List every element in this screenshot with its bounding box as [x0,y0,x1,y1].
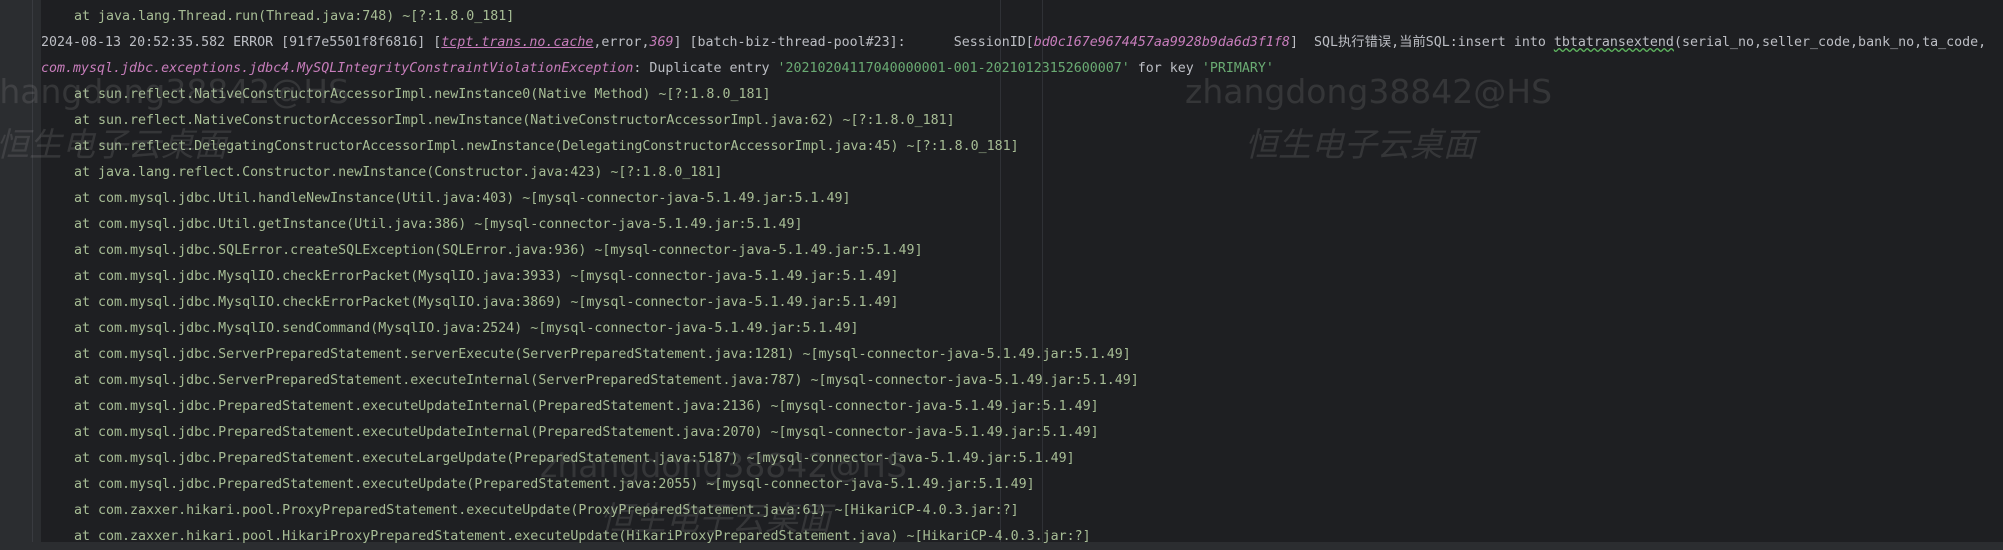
stack-trace-line: at com.mysql.jdbc.Util.handleNewInstance… [74,191,851,206]
logger-line-number: 369 [649,35,674,50]
key-text: for key [1129,61,1202,76]
trace-id: [91f7e5501f8f6816] [281,35,434,50]
sql-columns: (serial_no,seller_code,bank_no,ta_code, [1673,35,1987,50]
stack-trace-line: at com.mysql.jdbc.PreparedStatement.exec… [74,425,1099,440]
exception-message: : Duplicate entry [633,61,778,76]
thread-name: [batch-biz-thread-pool#23]: [689,35,906,50]
stack-trace-line: at sun.reflect.NativeConstructorAccessor… [74,87,771,102]
logger-name: tcpt.trans.no.cache [441,35,594,50]
stack-trace-line: at com.mysql.jdbc.MysqlIO.checkErrorPack… [74,269,899,284]
stack-trace-line: at com.mysql.jdbc.MysqlIO.checkErrorPack… [74,295,899,310]
primary-key-name: 'PRIMARY' [1201,61,1274,76]
stack-trace-line: at com.mysql.jdbc.ServerPreparedStatemen… [74,347,1131,362]
stack-trace-line: at com.mysql.jdbc.SQLError.createSQLExce… [74,243,923,258]
duplicate-entry-value: '20210204117040000001-001-20210123152600… [777,61,1130,76]
stack-trace-line: at com.mysql.jdbc.PreparedStatement.exec… [74,451,1075,466]
log-entry-line: 2024-08-13 20:52:35.582 ERROR [91f7e5501… [41,30,1986,56]
stack-trace-line: at com.mysql.jdbc.Util.getInstance(Util.… [74,217,803,232]
stack-trace-line: at sun.reflect.DelegatingConstructorAcce… [74,139,1019,154]
stack-trace-line: at java.lang.Thread.run(Thread.java:748)… [74,9,515,24]
stack-trace-line: at com.mysql.jdbc.MysqlIO.sendCommand(My… [74,321,859,336]
stack-trace-line: at com.mysql.jdbc.PreparedStatement.exec… [74,477,1035,492]
exception-line: com.mysql.jdbc.exceptions.jdbc4.MySQLInt… [41,56,1274,82]
session-label: SessionID[ [905,35,1034,50]
console-output[interactable]: at java.lang.Thread.run(Thread.java:748)… [41,0,2003,544]
stack-trace-line: at com.zaxxer.hikari.pool.HikariProxyPre… [74,529,1091,544]
stack-trace-line: at com.mysql.jdbc.ServerPreparedStatemen… [74,373,1139,388]
stack-trace-line: at com.zaxxer.hikari.pool.ProxyPreparedS… [74,503,1019,518]
log-timestamp: 2024-08-13 20:52:35.582 ERROR [41,35,282,50]
stack-trace-line: at com.mysql.jdbc.PreparedStatement.exec… [74,399,1099,414]
editor-gutter [0,0,33,542]
bracket: ] [673,35,690,50]
exception-class: com.mysql.jdbc.exceptions.jdbc4.MySQLInt… [41,61,634,76]
sql-error-text: ] SQL执行错误,当前SQL:insert into [1289,35,1554,50]
stack-trace-line: at sun.reflect.NativeConstructorAccessor… [74,113,955,128]
session-id: bd0c167e9674457aa9928b9da6d3f1f8 [1033,35,1290,50]
log-level-tag: ,error, [593,35,650,50]
sql-table-name: tbtatransextend [1553,35,1674,50]
stack-trace-line: at java.lang.reflect.Constructor.newInst… [74,165,723,180]
